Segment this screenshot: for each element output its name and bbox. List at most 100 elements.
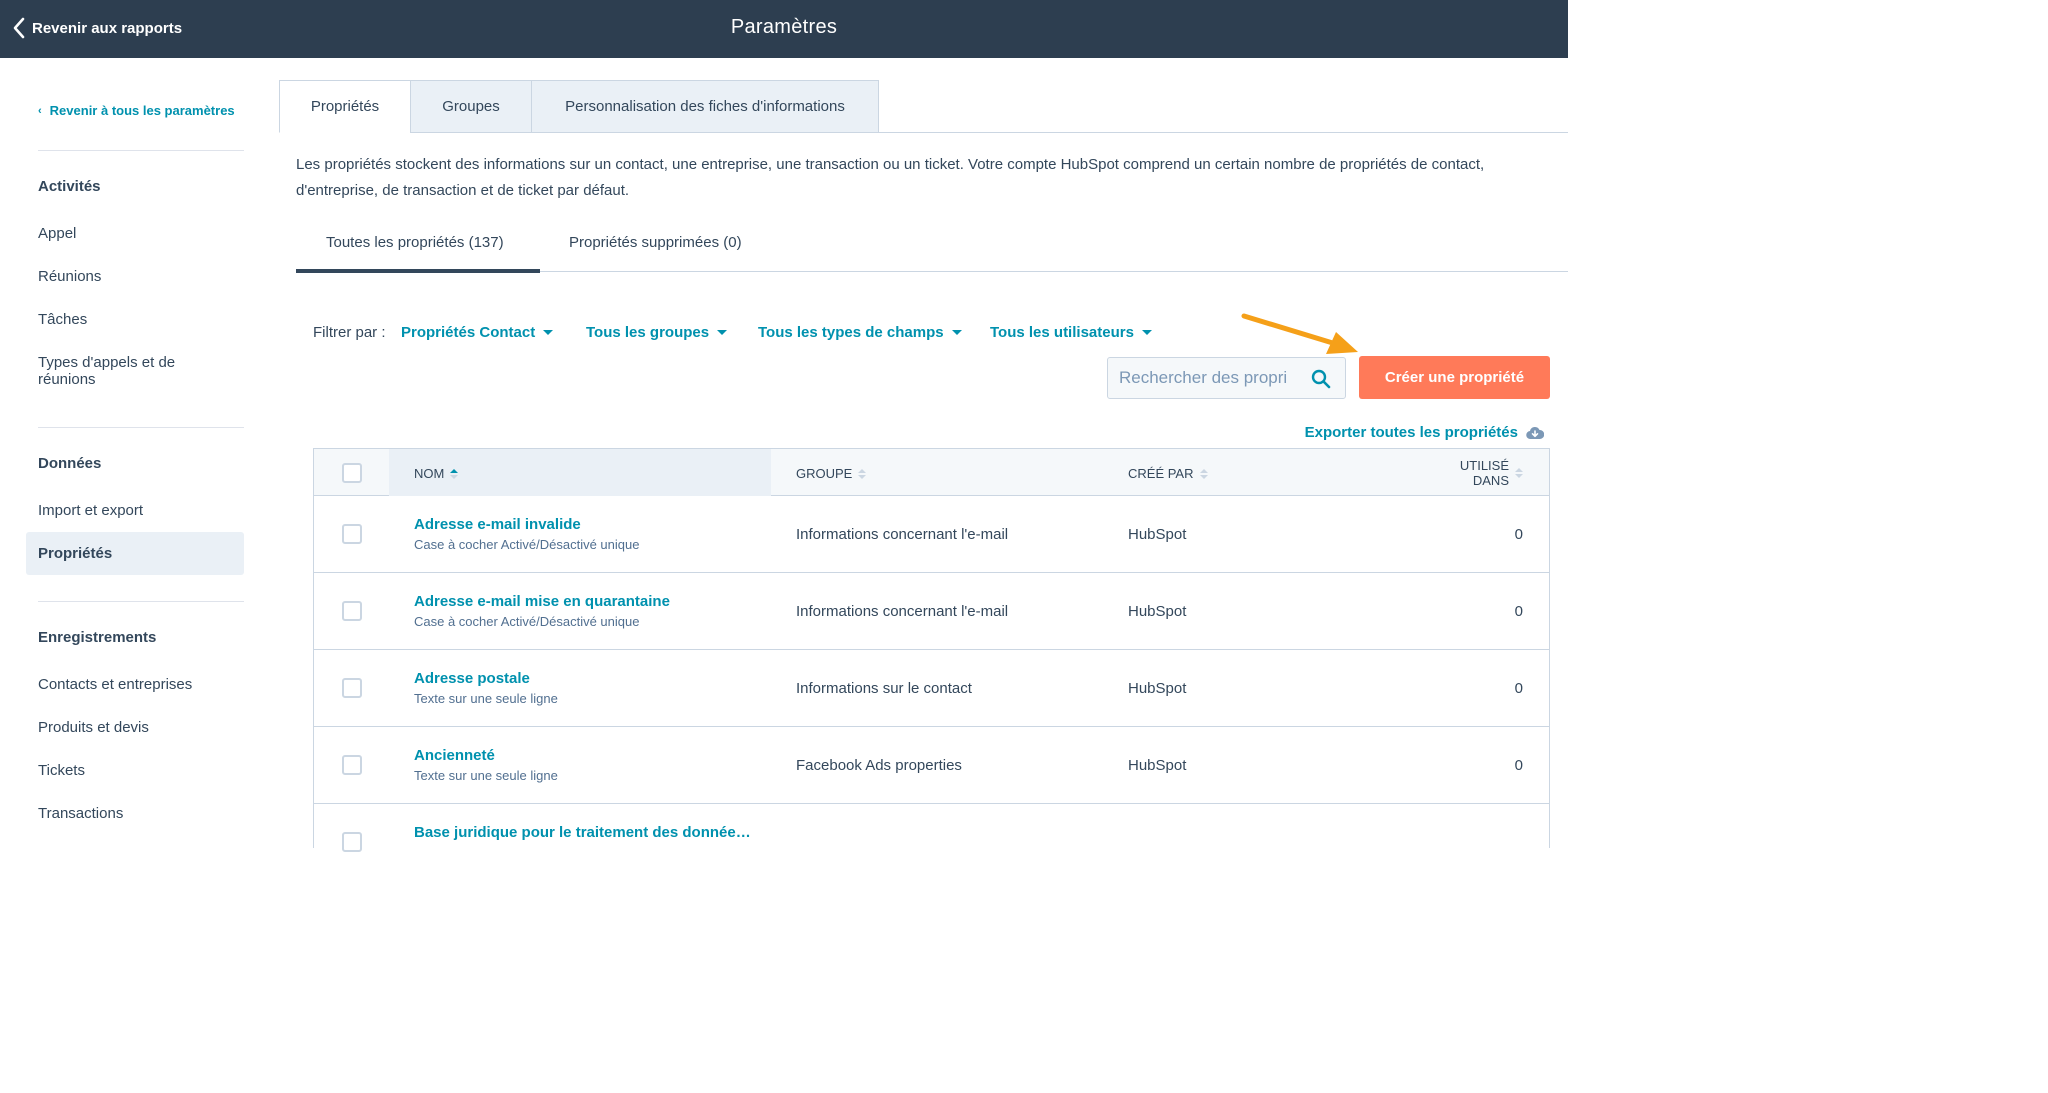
sidebar-item-appel[interactable]: Appel	[26, 225, 244, 242]
row-checkbox[interactable]	[342, 601, 362, 621]
subtab-deleted-properties[interactable]: Propriétés supprimées (0)	[569, 234, 742, 251]
properties-table: NOM GROUPE CRÉÉ PAR UTILISÉ DANS Adresse…	[313, 448, 1550, 852]
export-all-properties-link[interactable]: Exporter toutes les propriétés	[1305, 424, 1544, 441]
table-row: Ancienneté Texte sur une seule ligne Fac…	[314, 727, 1549, 804]
row-checkbox[interactable]	[342, 524, 362, 544]
column-header-utilise-dans-label: UTILISÉ DANS	[1460, 458, 1509, 488]
property-type: Case à cocher Activé/Désactivé unique	[414, 614, 640, 629]
sidebar-divider	[38, 150, 244, 151]
row-checkbox[interactable]	[342, 755, 362, 775]
property-creator: HubSpot	[1128, 526, 1187, 543]
filter-field-types-dropdown[interactable]: Tous les types de champs	[758, 324, 962, 341]
property-used-count: 0	[1514, 757, 1523, 774]
active-subtab-indicator	[296, 269, 540, 273]
filter-field-types-label: Tous les types de champs	[758, 324, 944, 341]
sort-ascending-icon	[450, 468, 459, 480]
property-group: Informations concernant l'e-mail	[796, 603, 1009, 620]
property-creator: HubSpot	[1128, 603, 1187, 620]
table-header: NOM GROUPE CRÉÉ PAR UTILISÉ DANS	[314, 449, 1549, 496]
column-header-cree-par-label: CRÉÉ PAR	[1128, 466, 1194, 481]
property-name-link[interactable]: Adresse e-mail mise en quarantaine	[414, 593, 670, 610]
chevron-left-icon: ‹	[38, 104, 42, 117]
select-all-checkbox[interactable]	[342, 463, 362, 483]
sidebar-item-produits-devis[interactable]: Produits et devis	[26, 719, 244, 736]
column-header-utilise-dans[interactable]: UTILISÉ DANS	[1460, 458, 1523, 488]
top-bar: Revenir aux rapports Paramètres	[0, 0, 1568, 58]
caret-down-icon	[543, 330, 554, 335]
table-row: Base juridique pour le traitement des do…	[314, 804, 1549, 881]
property-type: Case à cocher Activé/Désactivé unique	[414, 537, 640, 552]
back-to-settings-link[interactable]: ‹ Revenir à tous les paramètres	[38, 103, 235, 118]
sort-icon	[1199, 468, 1208, 480]
tab-groupes[interactable]: Groupes	[410, 80, 532, 133]
sidebar-item-taches[interactable]: Tâches	[26, 311, 244, 328]
filter-users-label: Tous les utilisateurs	[990, 324, 1134, 341]
tab-personnalisation[interactable]: Personnalisation des fiches d'informatio…	[531, 80, 879, 133]
sidebar-item-contacts-entreprises[interactable]: Contacts et entreprises	[26, 676, 244, 693]
sidebar-item-types-appels[interactable]: Types d'appels et de réunions	[26, 354, 216, 388]
column-header-cree-par[interactable]: CRÉÉ PAR	[1128, 466, 1208, 481]
property-type: Texte sur une seule ligne	[414, 768, 558, 783]
property-name-link[interactable]: Base juridique pour le traitement des do…	[414, 824, 751, 841]
cloud-download-icon	[1526, 426, 1544, 439]
filter-label: Filtrer par :	[313, 324, 386, 341]
property-used-count: 0	[1514, 526, 1523, 543]
sort-icon	[1515, 467, 1523, 479]
table-row: Adresse e-mail invalide Case à cocher Ac…	[314, 496, 1549, 573]
column-header-utilise-line1: UTILISÉ	[1459, 458, 1509, 473]
subtab-all-properties[interactable]: Toutes les propriétés (137)	[326, 234, 504, 251]
property-group: Informations sur le contact	[796, 680, 972, 697]
table-row: Adresse e-mail mise en quarantaine Case …	[314, 573, 1549, 650]
export-label: Exporter toutes les propriétés	[1304, 424, 1518, 441]
column-header-nom-label: NOM	[414, 466, 445, 481]
sidebar-heading-enregistrements: Enregistrements	[38, 629, 157, 646]
tabs-baseline	[878, 132, 1568, 133]
sidebar-divider	[38, 601, 244, 602]
search-icon[interactable]	[1311, 369, 1331, 389]
tab-proprietes[interactable]: Propriétés	[279, 80, 411, 133]
row-checkbox[interactable]	[342, 678, 362, 698]
sidebar-item-import-export[interactable]: Import et export	[26, 502, 244, 519]
caret-down-icon	[951, 330, 962, 335]
sidebar-item-reunions[interactable]: Réunions	[26, 268, 244, 285]
property-creator: HubSpot	[1128, 680, 1187, 697]
column-header-nom[interactable]: NOM	[414, 466, 459, 481]
property-group: Facebook Ads properties	[796, 757, 962, 774]
filter-object-dropdown[interactable]: Propriétés Contact	[401, 324, 554, 341]
sidebar-heading-activites: Activités	[38, 178, 101, 195]
filter-groups-label: Tous les groupes	[586, 324, 710, 341]
sidebar-heading-donnees: Données	[38, 455, 102, 472]
sidebar-item-transactions[interactable]: Transactions	[26, 805, 244, 822]
property-group: Informations concernant l'e-mail	[796, 526, 1009, 543]
sub-tabs: Toutes les propriétés (137) Propriétés s…	[296, 234, 1568, 274]
intro-text: Les propriétés stockent des informations…	[296, 156, 1485, 199]
caret-down-icon	[717, 330, 728, 335]
sidebar-item-tickets[interactable]: Tickets	[26, 762, 244, 779]
search-input[interactable]	[1108, 368, 1298, 388]
settings-sidebar: ‹ Revenir à tous les paramètres Activité…	[0, 58, 270, 837]
property-creator: HubSpot	[1128, 757, 1187, 774]
property-used-count: 0	[1514, 680, 1523, 697]
annotation-arrow-icon	[1241, 313, 1358, 354]
back-to-settings-label: Revenir à tous les paramètres	[49, 103, 235, 118]
property-name-link[interactable]: Adresse e-mail invalide	[414, 516, 581, 533]
filter-groups-dropdown[interactable]: Tous les groupes	[586, 324, 728, 341]
filter-users-dropdown[interactable]: Tous les utilisateurs	[990, 324, 1152, 341]
column-header-groupe[interactable]: GROUPE	[796, 466, 867, 481]
property-used-count: 0	[1514, 603, 1523, 620]
column-header-groupe-label: GROUPE	[796, 466, 853, 481]
sort-icon	[858, 468, 867, 480]
sidebar-divider	[38, 427, 244, 428]
row-checkbox[interactable]	[342, 832, 362, 852]
table-row: Adresse postale Texte sur une seule lign…	[314, 650, 1549, 727]
property-search	[1107, 357, 1346, 399]
property-name-link[interactable]: Ancienneté	[414, 747, 495, 764]
filter-object-label: Propriétés Contact	[401, 324, 536, 341]
column-header-utilise-line2: DANS	[1472, 473, 1509, 488]
property-name-link[interactable]: Adresse postale	[414, 670, 530, 687]
page-title: Paramètres	[730, 16, 838, 38]
main-tabs: Propriétés Groupes Personnalisation des …	[279, 80, 879, 133]
create-property-button[interactable]: Créer une propriété	[1359, 356, 1550, 399]
sidebar-item-proprietes[interactable]: Propriétés	[26, 532, 244, 575]
property-type: Texte sur une seule ligne	[414, 691, 558, 706]
